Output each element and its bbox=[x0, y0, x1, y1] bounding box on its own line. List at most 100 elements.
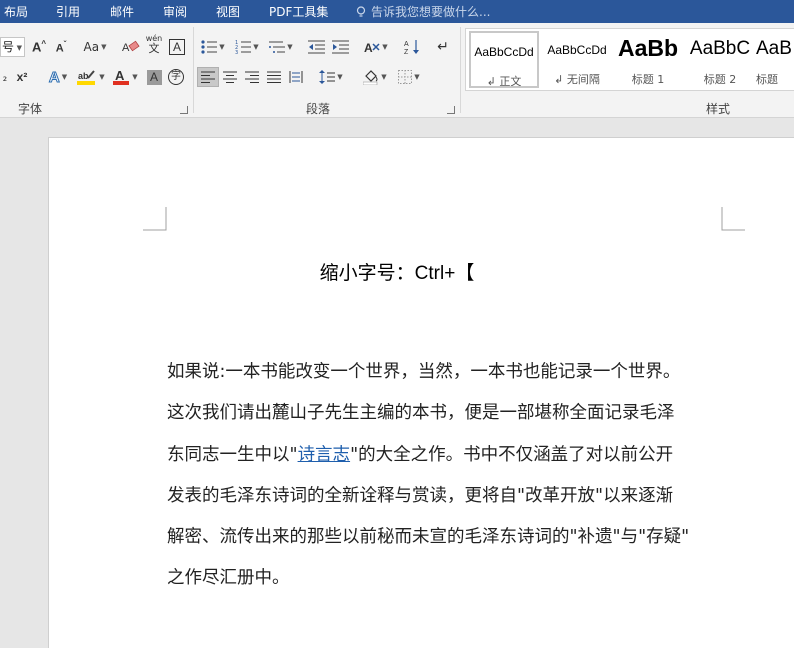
style-title-preview: AaB bbox=[756, 38, 792, 59]
style-no-spacing-name: ↲ 无间隔 bbox=[554, 73, 600, 86]
style-no-spacing[interactable]: AaBbCcDd ↲ 无间隔 bbox=[542, 31, 612, 88]
svg-text:ab: ab bbox=[78, 71, 89, 81]
text-effects-icon: A bbox=[48, 68, 60, 86]
style-normal[interactable]: AaBbCcDd ↲ 正文 bbox=[469, 31, 539, 88]
style-heading-1-name: 标题 1 bbox=[631, 73, 665, 86]
character-border-button[interactable]: A bbox=[168, 37, 186, 57]
shrink-font-icon: Aˇ bbox=[55, 39, 67, 55]
style-heading-2[interactable]: AaBbC 标题 2 bbox=[685, 31, 755, 88]
subscript-fragment[interactable]: ₂ bbox=[0, 67, 10, 87]
tab-references[interactable]: 引用 bbox=[56, 3, 80, 20]
crop-mark-top-right-icon bbox=[721, 207, 745, 231]
highlight-color-button[interactable]: ab ▼ bbox=[76, 67, 106, 87]
paragraph-line: 如果说:一本书能改变一个世界，当然，一本书也能记录一个世界。 bbox=[167, 362, 681, 382]
enclose-characters-button[interactable]: 字 bbox=[166, 67, 186, 87]
paragraph-line: 发表的毛泽东诗词的全新诠释与赏读，更将自"改革开放"以来逐渐 bbox=[167, 485, 674, 506]
grow-font-button[interactable]: A^ bbox=[30, 37, 48, 57]
align-center-button[interactable] bbox=[220, 67, 240, 87]
line-text-before-link: 东同志一生中以" bbox=[167, 444, 298, 465]
tab-pdf-tools[interactable]: PDF工具集 bbox=[269, 3, 328, 20]
style-heading-2-preview: AaBbC bbox=[689, 38, 751, 59]
paragraph-line: 东同志一生中以"诗言志"的大全之作。书中不仅涵盖了对以前公开 bbox=[167, 435, 727, 476]
group-divider bbox=[193, 27, 194, 113]
sort-button[interactable]: AZ bbox=[402, 37, 422, 57]
change-case-label: Aa bbox=[83, 40, 100, 54]
paragraph-dialog-launcher-icon[interactable] bbox=[447, 106, 455, 114]
line-spacing-button[interactable]: ▼ bbox=[316, 67, 346, 87]
numbering-button[interactable]: 123 ▼ bbox=[232, 37, 262, 57]
phonetic-guide-button[interactable]: wén 文 bbox=[144, 35, 164, 55]
character-shading-button[interactable]: A bbox=[145, 67, 163, 87]
borders-button[interactable]: ▼ bbox=[394, 67, 424, 87]
style-title[interactable]: AaB 标题 bbox=[756, 31, 794, 88]
document-paragraph[interactable]: 如果说:一本书能改变一个世界，当然，一本书也能记录一个世界。 这次我们请出麓山子… bbox=[167, 352, 727, 600]
subscript-icon: ₂ bbox=[2, 70, 8, 84]
line-spacing-icon bbox=[319, 70, 336, 84]
svg-text:A: A bbox=[115, 68, 125, 83]
change-case-button[interactable]: Aa ▼ bbox=[82, 37, 108, 57]
paragraph-line: 解密、流传出来的那些以前秘而未宣的毛泽东诗词的"补遗"与"存疑" bbox=[167, 527, 690, 548]
distributed-button[interactable] bbox=[286, 67, 306, 87]
distributed-icon bbox=[289, 71, 303, 83]
svg-text:Z: Z bbox=[404, 49, 409, 55]
style-title-name: 标题 bbox=[756, 73, 778, 86]
justify-button[interactable] bbox=[264, 67, 284, 87]
numbered-list-icon: 123 bbox=[235, 40, 252, 54]
superscript-button[interactable]: x² bbox=[14, 67, 30, 87]
svg-text:A: A bbox=[404, 41, 409, 48]
line-text-after-link: "的大全之作。书中不仅涵盖了对以前公开 bbox=[350, 444, 674, 465]
eraser-icon: A bbox=[122, 40, 140, 54]
character-border-icon: A bbox=[169, 39, 185, 55]
phonetic-glyph-icon: 文 bbox=[148, 42, 160, 55]
svg-text:3: 3 bbox=[235, 50, 238, 54]
decrease-indent-button[interactable] bbox=[306, 37, 326, 57]
font-color-button[interactable]: A ▼ bbox=[110, 67, 140, 87]
align-right-icon bbox=[245, 71, 259, 83]
chinese-layout-button[interactable]: A ▼ bbox=[362, 37, 390, 57]
show-marks-button[interactable]: ↵ bbox=[433, 37, 453, 57]
superscript-icon: x² bbox=[16, 70, 28, 84]
style-heading-1-preview: AaBb bbox=[617, 35, 679, 61]
style-heading-2-name: 标题 2 bbox=[703, 73, 737, 86]
enclose-characters-icon: 字 bbox=[168, 69, 184, 85]
ribbon: 号 ▼ A^ Aˇ Aa ▼ A wén 文 A ₂ x² A ▼ ab ▼ A… bbox=[0, 23, 794, 118]
font-dialog-launcher-icon[interactable] bbox=[180, 106, 188, 114]
text-effects-button[interactable]: A ▼ bbox=[44, 67, 72, 87]
pilcrow-icon: ↵ bbox=[437, 39, 449, 55]
group-divider bbox=[460, 27, 461, 113]
styles-gallery: AaBbCcDd ↲ 正文 AaBbCcDd ↲ 无间隔 AaBb 标题 1 A… bbox=[465, 28, 794, 91]
sort-icon: AZ bbox=[404, 40, 419, 55]
tab-mailings[interactable]: 邮件 bbox=[110, 3, 134, 20]
group-font-label: 字体 bbox=[18, 102, 43, 116]
font-size-value: 号 bbox=[2, 40, 15, 54]
highlighter-icon: ab bbox=[77, 70, 96, 85]
style-heading-1[interactable]: AaBb 标题 1 bbox=[613, 31, 683, 88]
document-title[interactable]: 缩小字号：Ctrl+【 bbox=[0, 258, 794, 285]
bullets-button[interactable]: ▼ bbox=[198, 37, 228, 57]
group-styles-label: 样式 bbox=[706, 102, 731, 116]
chinese-layout-icon: A bbox=[364, 41, 380, 54]
font-size-combo[interactable]: 号 ▼ bbox=[0, 37, 25, 57]
paragraph-line: 这次我们请出麓山子先生主编的本书，便是一部堪称全面记录毛泽 bbox=[167, 403, 675, 424]
align-right-button[interactable] bbox=[242, 67, 262, 87]
clear-formatting-button[interactable]: A bbox=[121, 37, 141, 57]
ribbon-tab-bar: 布局 引用 邮件 审阅 视图 PDF工具集 告诉我您想要做什么... bbox=[0, 0, 794, 23]
tab-review[interactable]: 审阅 bbox=[163, 3, 187, 20]
shading-button[interactable]: ▼ bbox=[360, 67, 390, 87]
svg-text:A: A bbox=[122, 42, 130, 54]
increase-indent-button[interactable] bbox=[330, 37, 350, 57]
multilevel-list-icon bbox=[269, 41, 286, 53]
grow-font-icon: A^ bbox=[31, 39, 47, 55]
multilevel-list-button[interactable]: ▼ bbox=[266, 37, 296, 57]
tab-view[interactable]: 视图 bbox=[216, 3, 240, 20]
align-left-icon bbox=[201, 71, 215, 83]
borders-icon bbox=[398, 70, 413, 84]
hyperlink-shiyanzhi[interactable]: 诗言志 bbox=[298, 445, 351, 465]
increase-indent-icon bbox=[331, 40, 349, 54]
bullet-list-icon bbox=[201, 40, 218, 54]
tell-me-search[interactable]: 告诉我您想要做什么... bbox=[356, 3, 490, 20]
shrink-font-button[interactable]: Aˇ bbox=[52, 37, 70, 57]
tab-layout[interactable]: 布局 bbox=[4, 3, 28, 20]
align-left-button[interactable] bbox=[197, 67, 219, 87]
character-shading-icon: A bbox=[146, 69, 162, 85]
